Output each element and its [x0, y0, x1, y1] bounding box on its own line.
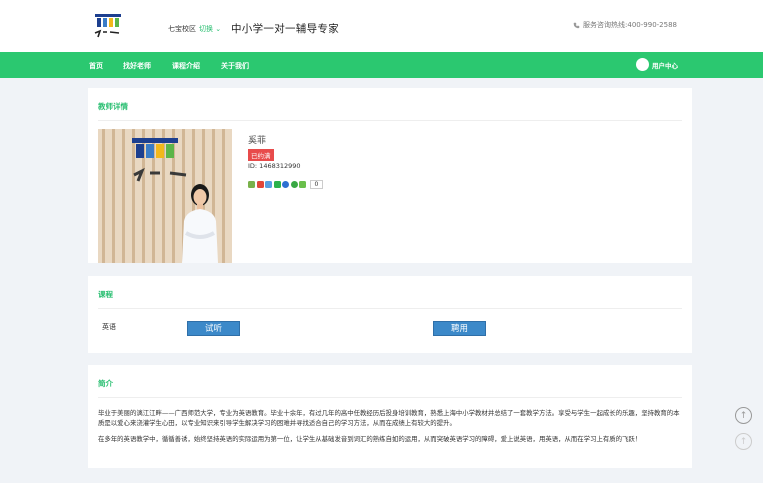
nav-find-teacher[interactable]: 找好老师 [123, 61, 151, 71]
status-badge: 已约满 [248, 149, 274, 161]
teacher-name: 奚菲 [248, 136, 267, 146]
share-count: 0 [309, 180, 324, 189]
intro-paragraph: 毕业于美丽的漓江江畔——广西师范大学，专业为英语教育。毕业十余年，有过几年的高中… [98, 409, 680, 427]
site-slogan: 中小学一对一辅导专家 [231, 23, 339, 35]
campus-switch-link[interactable]: 切换 ⌄ [199, 25, 221, 33]
teacher-id: ID: 1468312990 [248, 162, 301, 170]
share-renren-icon[interactable] [282, 181, 289, 188]
divider [98, 308, 682, 309]
section-title-intro: 简介 [98, 379, 113, 388]
user-center-label: 用户中心 [652, 61, 678, 70]
main-nav: 首页 找好老师 课程介绍 关于我们 用户中心 [0, 52, 763, 78]
hotline-text: 服务咨询热线:400-990-2588 [583, 21, 677, 29]
divider [98, 397, 682, 398]
share-douban-icon[interactable] [290, 181, 298, 188]
service-hotline: 服务咨询热线:400-990-2588 [573, 20, 677, 30]
scroll-top-icon[interactable]: ↑ [735, 433, 752, 450]
section-title-teacher: 教师详情 [98, 102, 128, 111]
nav-course-intro[interactable]: 课程介绍 [172, 61, 200, 71]
share-tencent-weibo-icon[interactable] [265, 181, 272, 188]
campus-name: 七宝校区 [168, 25, 196, 33]
teacher-photo [98, 129, 232, 263]
hire-button[interactable]: 聘用 [433, 321, 486, 336]
chevron-down-icon: ⌄ [215, 25, 222, 33]
site-logo[interactable] [92, 12, 124, 39]
intro-card: 简介 毕业于美丽的漓江江畔——广西师范大学，专业为英语教育。毕业十余年，有过几年… [88, 365, 692, 468]
course-subject: 英语 [102, 323, 116, 331]
nav-about-us[interactable]: 关于我们 [221, 61, 249, 71]
user-center-link[interactable]: 用户中心 [636, 58, 678, 71]
divider [98, 120, 682, 121]
share-weibo-icon[interactable] [256, 181, 264, 188]
intro-paragraph: 在多年的英语教学中，循循善诱，始终坚持英语的实际运用为第一位，让学生从基础发音到… [98, 435, 642, 443]
top-header: 七宝校区 切换 ⌄ 中小学一对一辅导专家 服务咨询热线:400-990-2588 [0, 0, 763, 52]
teacher-detail-card: 教师详情 奚菲 已约满 ID: 1468312990 0 [88, 88, 692, 263]
share-more-icon[interactable] [299, 181, 306, 188]
nav-home[interactable]: 首页 [89, 61, 103, 71]
scroll-up-icon[interactable]: ↑ [735, 407, 752, 424]
avatar-icon [636, 58, 649, 71]
campus-selector[interactable]: 七宝校区 切换 ⌄ [168, 24, 221, 34]
phone-icon [573, 22, 580, 28]
share-wechat-icon[interactable] [273, 181, 281, 188]
share-qzone-icon[interactable] [248, 181, 255, 188]
trial-button[interactable]: 试听 [187, 321, 240, 336]
course-card: 课程 英语 试听 聘用 [88, 276, 692, 353]
section-title-course: 课程 [98, 290, 113, 299]
share-bar: 0 [248, 180, 324, 189]
